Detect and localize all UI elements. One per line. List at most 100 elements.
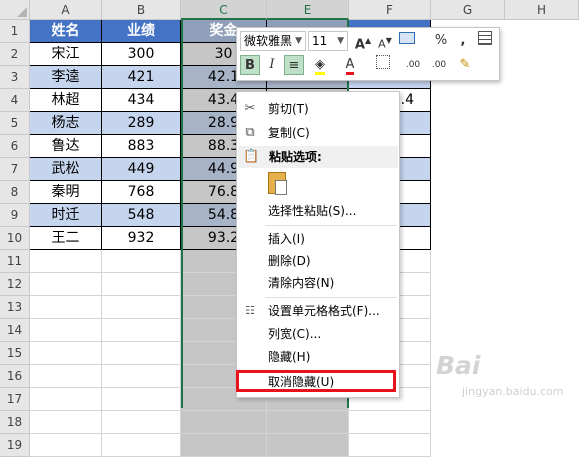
cell-b6[interactable]: 883 <box>102 135 181 158</box>
number-format-button[interactable] <box>397 31 417 51</box>
cell-a4[interactable]: 林超 <box>30 89 102 112</box>
cell-a2[interactable]: 宋江 <box>30 43 102 66</box>
select-all-corner[interactable] <box>0 0 30 20</box>
menu-item-clear-contents[interactable]: 清除内容(N) <box>237 272 397 294</box>
cell-b9[interactable]: 548 <box>102 204 181 227</box>
row-header-5[interactable]: 5 <box>0 112 30 135</box>
font-color-button[interactable]: A <box>340 55 360 75</box>
column-header-g[interactable]: G <box>431 0 505 20</box>
column-header-c[interactable]: C <box>181 0 267 20</box>
row-header-18[interactable]: 18 <box>0 411 30 434</box>
decrease-decimal-button[interactable]: .00 <box>429 55 449 75</box>
row-header-19[interactable]: 19 <box>0 434 30 457</box>
fill-color-button[interactable]: ◈ <box>310 55 330 75</box>
decrease-font-size-button[interactable]: A▼ <box>375 31 395 51</box>
cell-c18[interactable] <box>181 411 267 434</box>
row-header-7[interactable]: 7 <box>0 158 30 181</box>
font-name-select[interactable]: 微软雅黑 ▼ <box>240 31 306 51</box>
increase-font-icon: A <box>354 37 365 53</box>
cell-a8[interactable]: 秦明 <box>30 181 102 204</box>
cell-a12[interactable] <box>30 273 102 296</box>
cell-b1[interactable]: 业绩 <box>102 20 181 43</box>
cell-a15[interactable] <box>30 342 102 365</box>
menu-item-hide[interactable]: 隐藏(H) <box>237 346 397 368</box>
cell-b5[interactable]: 289 <box>102 112 181 135</box>
font-color-icon: A <box>345 57 355 75</box>
cell-a18[interactable] <box>30 411 102 434</box>
cell-b13[interactable] <box>102 296 181 319</box>
cell-b10[interactable]: 932 <box>102 227 181 250</box>
menu-item-insert[interactable]: 插入(I) <box>237 228 397 250</box>
row-header-1[interactable]: 1 <box>0 20 30 43</box>
percent-style-button[interactable]: % <box>431 31 451 51</box>
menu-item-column-width[interactable]: 列宽(C)... <box>237 323 397 345</box>
cell-a1[interactable]: 姓名 <box>30 20 102 43</box>
menu-item-label: 设置单元格格式(F)... <box>268 304 380 318</box>
cell-a13[interactable] <box>30 296 102 319</box>
cell-b19[interactable] <box>102 434 181 457</box>
row-header-8[interactable]: 8 <box>0 181 30 204</box>
column-header-h[interactable]: H <box>505 0 579 20</box>
format-painter-grid-button[interactable] <box>475 31 495 51</box>
cell-b14[interactable] <box>102 319 181 342</box>
cell-b4[interactable]: 434 <box>102 89 181 112</box>
cell-b12[interactable] <box>102 273 181 296</box>
font-size-select[interactable]: 11 ▼ <box>308 31 348 51</box>
row-header-6[interactable]: 6 <box>0 135 30 158</box>
row-header-13[interactable]: 13 <box>0 296 30 319</box>
cell-b8[interactable]: 768 <box>102 181 181 204</box>
menu-item-delete[interactable]: 删除(D) <box>237 250 397 272</box>
row-header-14[interactable]: 14 <box>0 319 30 342</box>
cell-b18[interactable] <box>102 411 181 434</box>
cell-a10[interactable]: 王二 <box>30 227 102 250</box>
cell-e19[interactable] <box>267 434 349 457</box>
menu-item-paste-special[interactable]: 选择性粘贴(S)... <box>237 200 397 222</box>
cell-a9[interactable]: 时迁 <box>30 204 102 227</box>
cell-b16[interactable] <box>102 365 181 388</box>
cell-b3[interactable]: 421 <box>102 66 181 89</box>
column-header-f[interactable]: F <box>349 0 431 20</box>
italic-button[interactable]: I <box>262 55 282 75</box>
cell-c19[interactable] <box>181 434 267 457</box>
column-header-b[interactable]: B <box>102 0 181 20</box>
cell-a11[interactable] <box>30 250 102 273</box>
cell-b7[interactable]: 449 <box>102 158 181 181</box>
cell-f18[interactable] <box>349 411 431 434</box>
align-center-button[interactable]: ≡ <box>284 55 304 75</box>
cell-a7[interactable]: 武松 <box>30 158 102 181</box>
cell-a6[interactable]: 鲁达 <box>30 135 102 158</box>
cell-b11[interactable] <box>102 250 181 273</box>
row-header-16[interactable]: 16 <box>0 365 30 388</box>
borders-button[interactable] <box>373 55 393 75</box>
row-header-2[interactable]: 2 <box>0 43 30 66</box>
menu-item-cut[interactable]: ✂ 剪切(T) <box>237 98 397 120</box>
column-header-e[interactable]: E <box>267 0 349 20</box>
row-header-11[interactable]: 11 <box>0 250 30 273</box>
cell-a16[interactable] <box>30 365 102 388</box>
increase-decimal-button[interactable]: .00 <box>403 55 423 75</box>
paintbrush-icon: ✎ <box>459 57 471 72</box>
cell-a3[interactable]: 李逵 <box>30 66 102 89</box>
cell-a5[interactable]: 杨志 <box>30 112 102 135</box>
cell-e18[interactable] <box>267 411 349 434</box>
paste-option-button[interactable] <box>268 172 290 198</box>
row-header-3[interactable]: 3 <box>0 66 30 89</box>
comma-style-button[interactable]: , <box>453 31 473 51</box>
menu-item-format-cells[interactable]: ☷ 设置单元格格式(F)... <box>237 300 397 322</box>
cell-b15[interactable] <box>102 342 181 365</box>
menu-separator <box>265 225 397 226</box>
menu-item-copy[interactable]: ⧉ 复制(C) <box>237 122 397 144</box>
row-header-10[interactable]: 10 <box>0 227 30 250</box>
increase-font-size-button[interactable]: A▲ <box>353 31 373 53</box>
row-header-9[interactable]: 9 <box>0 204 30 227</box>
cell-a19[interactable] <box>30 434 102 457</box>
cell-b2[interactable]: 300 <box>102 43 181 66</box>
cell-a14[interactable] <box>30 319 102 342</box>
cell-f19[interactable] <box>349 434 431 457</box>
row-header-12[interactable]: 12 <box>0 273 30 296</box>
row-header-4[interactable]: 4 <box>0 89 30 112</box>
column-header-a[interactable]: A <box>30 0 102 20</box>
bold-button[interactable]: B <box>240 55 260 75</box>
format-painter-button[interactable]: ✎ <box>455 55 475 75</box>
row-header-15[interactable]: 15 <box>0 342 30 365</box>
